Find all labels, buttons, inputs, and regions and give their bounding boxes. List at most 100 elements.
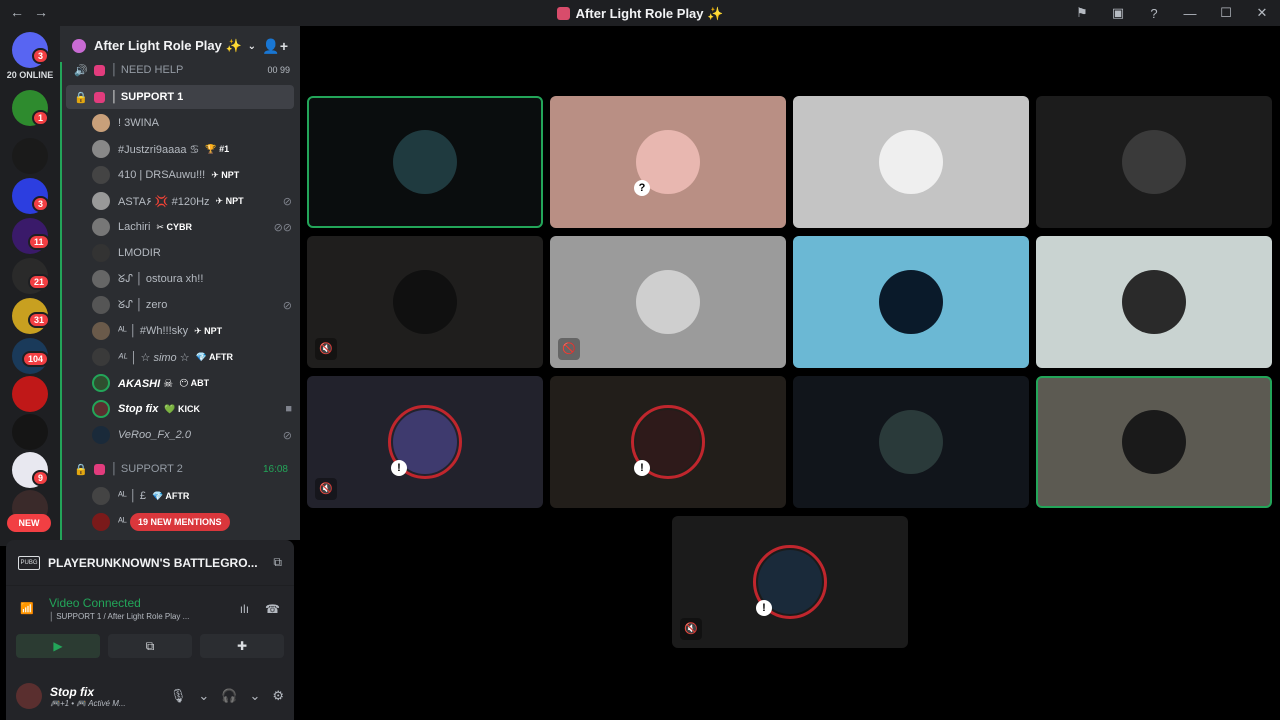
voice-status: 📶 Video Connected │ SUPPORT 1 / After Li… <box>6 592 294 632</box>
server-icon[interactable] <box>12 376 48 412</box>
signal-icon[interactable]: 📶 <box>20 602 34 615</box>
video-tile[interactable]: ! 🔇 <box>672 516 908 648</box>
microphone-icon[interactable]: 🎙 <box>170 688 187 704</box>
video-tile[interactable] <box>307 96 543 228</box>
video-tile[interactable]: ! <box>550 376 786 508</box>
chevron-down-icon: ⌄ <box>247 40 257 52</box>
server-icon[interactable] <box>12 414 48 450</box>
voice-user[interactable]: ᘜᔑ │ zero ⊘ <box>92 293 292 317</box>
user-bar: Stop fix 🎮+1 • 🎮 Activé M... 🎙 ⌄ 🎧 ⌄ ⚙ <box>6 672 294 720</box>
video-tile[interactable]: ? <box>550 96 786 228</box>
status-alert-icon: ! <box>634 460 650 476</box>
user-tag: 💚 KICK <box>164 403 201 414</box>
channel-support-1[interactable]: 🔒 │ SUPPORT 1 <box>66 85 294 109</box>
voice-user[interactable]: ! 3WINA <box>92 111 292 135</box>
user-tag: 🏆 #1 <box>205 143 230 154</box>
avatar <box>92 114 110 132</box>
new-mentions-pill[interactable]: 19 NEW MENTIONS <box>130 513 230 531</box>
disconnect-icon[interactable]: ☎ <box>265 602 280 616</box>
chevron-down-icon[interactable]: ⌄ <box>198 688 209 704</box>
video-tile[interactable] <box>793 236 1029 368</box>
headset-icon[interactable]: 🎧 <box>221 688 237 704</box>
status-alert-icon: ! <box>756 600 772 616</box>
voice-user[interactable]: 410 | DRSAuwu!!! ✈ NPT <box>92 163 292 187</box>
title-bar: ← → After Light Role Play ✨ ⚑ ▣ ? — ☐ ✕ <box>0 0 1280 26</box>
close-button[interactable]: ✕ <box>1244 5 1280 21</box>
inbox-icon[interactable]: ⚑ <box>1064 5 1100 21</box>
screen-icon[interactable]: ▣ <box>1100 5 1136 21</box>
video-tile[interactable] <box>793 376 1029 508</box>
video-tile[interactable] <box>1036 236 1272 368</box>
voice-user[interactable]: AKASHI ☠ 😶 ABT <box>92 371 292 395</box>
activity-bar[interactable]: PUBG PLAYERUNKNOWN'S BATTLEGRO... ⧉ <box>6 540 294 586</box>
video-tile[interactable] <box>793 96 1029 228</box>
video-tile[interactable] <box>1036 96 1272 228</box>
connection-status[interactable]: Video Connected <box>49 596 141 610</box>
user-panel: PUBG PLAYERUNKNOWN'S BATTLEGRO... ⧉ 📶 Vi… <box>6 540 294 720</box>
minimize-button[interactable]: — <box>1172 6 1208 21</box>
settings-gear-icon[interactable]: ⚙ <box>272 688 284 704</box>
avatar <box>92 244 110 262</box>
chevron-down-icon[interactable]: ⌄ <box>249 688 260 704</box>
server-badge: 21 <box>28 274 51 290</box>
avatar <box>92 513 110 531</box>
new-servers-pill[interactable]: NEW <box>7 514 51 532</box>
avatar <box>1122 410 1186 474</box>
avatar <box>393 130 457 194</box>
maximize-button[interactable]: ☐ <box>1208 5 1244 21</box>
server-badge: 3 <box>32 196 50 212</box>
avatar <box>393 270 457 334</box>
voice-channel-link[interactable]: │ SUPPORT 1 / After Light Role Play ... <box>49 612 189 621</box>
voice-user[interactable]: ᴬᴸ │ £ 💎 AFTR <box>92 484 292 508</box>
user-tag: 😶 ABT <box>179 377 210 388</box>
channel-sidebar: After Light Role Play ✨ ⌄ 👤+ 🔊 │ NEED HE… <box>60 26 300 540</box>
avatar[interactable] <box>16 683 42 709</box>
username: Stop fix <box>50 684 94 699</box>
user-name: ᴬᴸ │ ☆ simo ☆ <box>118 351 190 364</box>
server-logo-icon <box>72 39 86 53</box>
video-tile[interactable]: 🔇 <box>307 236 543 368</box>
voice-user[interactable]: #Justzri9aaaa ♋ 🏆 #1 <box>92 137 292 161</box>
share-screen-button[interactable]: ⧉ <box>108 634 192 658</box>
user-name: ASTA۶ 💢 #120Hz <box>118 195 210 208</box>
muted-icon: ⊘ <box>282 429 292 442</box>
channel-emoji-icon <box>94 91 105 103</box>
stream-game-icon[interactable]: ⧉ <box>273 555 282 570</box>
voice-user[interactable]: ᴬᴸ │ #Wh!!!sky ✈ NPT <box>92 319 292 343</box>
channel-need-help[interactable]: 🔊 │ NEED HELP 00 99 <box>66 60 294 80</box>
server-icon[interactable] <box>12 138 48 174</box>
invite-icon[interactable]: 👤+ <box>262 38 288 55</box>
video-tile[interactable] <box>1036 376 1272 508</box>
video-tile[interactable]: 🚫 <box>550 236 786 368</box>
channel-name: │ NEED HELP <box>111 64 184 76</box>
muted-icon: ⊘ <box>282 299 292 312</box>
user-name: ᴬᴸ │ £ <box>118 490 146 502</box>
muted-icon: 🔇 <box>315 338 337 360</box>
avatar <box>92 426 110 444</box>
voice-user[interactable]: LMODIR <box>92 241 292 265</box>
muted-icon: 🔇 <box>315 478 337 500</box>
voice-user[interactable]: VeRoo_Fx_2.0 ⊘ <box>92 423 292 447</box>
server-badge: 31 <box>28 312 51 328</box>
camera-button[interactable]: ▶ <box>16 634 100 658</box>
avatar <box>92 218 110 236</box>
activities-button[interactable]: ✚ <box>200 634 284 658</box>
deafened-icon: ⊘⊘ <box>273 221 292 234</box>
help-icon[interactable]: ? <box>1136 6 1172 21</box>
avatar <box>879 410 943 474</box>
video-tile[interactable]: ! 🔇 <box>307 376 543 508</box>
voice-user[interactable]: ᴬᴸ │ ☆ simo ☆ 💎 AFTR <box>92 345 292 369</box>
muted-icon: 🔇 <box>680 618 702 640</box>
user-limit: 00 99 <box>267 65 290 75</box>
voice-user[interactable]: Lachiri ✂ CYBR ⊘⊘ <box>92 215 292 239</box>
user-tag: ✈ NPT <box>211 169 240 180</box>
voice-user[interactable]: ᘜᔑ │ ostoura xh!! <box>92 267 292 291</box>
user-tag: 💎 AFTR <box>151 490 190 501</box>
noise-suppression-icon[interactable]: ılı <box>240 602 249 616</box>
server-badge: 1 <box>32 110 50 126</box>
avatar <box>92 374 110 392</box>
voice-user[interactable]: ASTA۶ 💢 #120Hz ✈ NPT ⊘ <box>92 189 292 213</box>
muted-icon: ⊘ <box>282 195 292 208</box>
voice-user[interactable]: Stop fix 💚 KICK ■ <box>92 397 292 421</box>
channel-support-2[interactable]: 🔒 │ SUPPORT 2 16:08 <box>66 457 294 481</box>
